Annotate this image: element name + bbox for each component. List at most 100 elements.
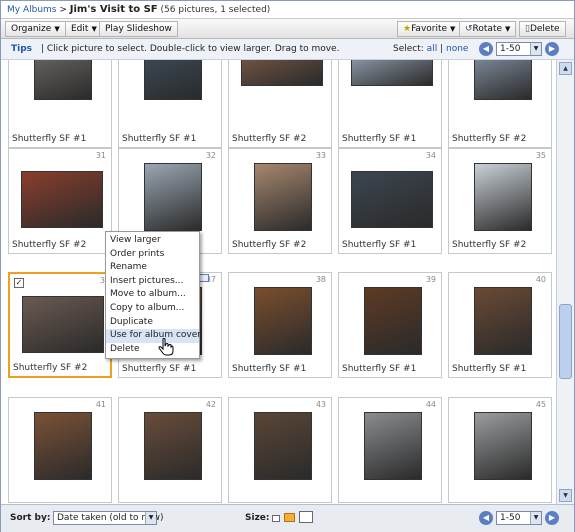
hand-cursor-icon — [158, 338, 174, 356]
small-thumbnail-size-icon[interactable] — [272, 515, 280, 522]
photo-tile[interactable]: 45 — [448, 397, 552, 503]
large-thumbnail-size-icon[interactable] — [299, 511, 313, 523]
photo-thumbnail[interactable] — [351, 60, 433, 86]
photo-tile[interactable]: 44 — [338, 397, 442, 503]
context-menu-item[interactable]: Order prints — [106, 248, 199, 262]
photo-tile[interactable]: 43 — [228, 397, 332, 503]
photo-caption: Shutterfly SF #1 — [12, 134, 87, 144]
photo-thumbnail[interactable] — [144, 60, 202, 100]
medium-thumbnail-size-icon[interactable] — [284, 513, 295, 522]
scrollbar-thumb[interactable] — [559, 304, 572, 379]
photo-tile[interactable]: Shutterfly SF #1 — [118, 60, 222, 148]
photo-tile[interactable]: Shutterfly SF #1 — [8, 60, 112, 148]
photo-thumbnail[interactable] — [144, 412, 202, 480]
select-checkbox[interactable]: ✓ — [14, 278, 24, 288]
context-menu-item[interactable]: Use for album cover — [106, 329, 201, 343]
toolbar: Organize ▼ Edit ▼ Play Slideshow ★Favorite… — [1, 18, 574, 39]
next-page-button-bottom[interactable]: ▶ — [545, 511, 559, 525]
photo-tile[interactable]: 41 — [8, 397, 112, 503]
photo-grid: Shutterfly SF #1 Shutterfly SF #1 Shutterf… — [1, 60, 556, 504]
photo-thumbnail[interactable] — [351, 171, 433, 228]
photo-tile[interactable]: 35 Shutterfly SF #2 — [448, 148, 552, 254]
select-all-link[interactable]: all — [427, 44, 438, 54]
slideshow-label: Play Slideshow — [105, 24, 172, 34]
context-menu-item[interactable]: Rename — [106, 261, 199, 275]
photo-thumbnail[interactable] — [34, 412, 92, 480]
play-slideshow-button[interactable]: Play Slideshow — [99, 21, 178, 37]
album-window: My Albums > Jim's Visit to SF (56 pictur… — [0, 0, 575, 532]
page-range-select[interactable]: 1-50 ▼ — [496, 42, 542, 56]
photo-thumbnail[interactable] — [364, 412, 422, 480]
select-none-link[interactable]: none — [446, 44, 468, 54]
select-label: Select: — [393, 44, 424, 54]
prev-page-button[interactable]: ◀ — [479, 42, 493, 56]
picture-count: (56 pictures, 1 selected) — [160, 5, 271, 15]
page-range-select-bottom[interactable]: 1-50 ▼ — [496, 511, 542, 525]
photo-tile[interactable]: 31 Shutterfly SF #2 — [8, 148, 112, 254]
tips-link[interactable]: Tips — [11, 44, 32, 54]
photo-number: 34 — [425, 151, 436, 160]
photo-thumbnail[interactable] — [254, 287, 312, 355]
sort-label: Sort by: — [10, 513, 51, 523]
photo-tile[interactable]: 34 Shutterfly SF #1 — [338, 148, 442, 254]
chevron-down-icon: ▼ — [505, 25, 511, 33]
context-menu-item[interactable]: Copy to album... — [106, 302, 199, 316]
photo-thumbnail[interactable] — [254, 163, 312, 231]
photo-thumbnail[interactable] — [474, 412, 532, 480]
vertical-scrollbar[interactable]: ▲ ▼ — [556, 60, 574, 504]
photo-caption: Shutterfly SF #2 — [12, 240, 87, 250]
photo-tile[interactable]: Shutterfly SF #2 — [228, 60, 332, 148]
context-menu: View larger Order prints Rename Insert pict… — [105, 231, 201, 359]
scroll-down-arrow[interactable]: ▼ — [559, 489, 572, 502]
chevron-down-icon: ▼ — [530, 512, 541, 524]
photo-thumbnail[interactable] — [364, 287, 422, 355]
photo-tile[interactable]: 40 Shutterfly SF #1 — [448, 272, 552, 378]
photo-caption: Shutterfly SF #1 — [232, 364, 307, 374]
edit-menu-button[interactable]: Edit ▼ — [65, 21, 103, 37]
context-menu-item[interactable]: Delete — [106, 343, 199, 357]
chevron-down-icon: ▼ — [145, 512, 156, 524]
photo-tile[interactable]: Shutterfly SF #1 — [338, 60, 442, 148]
prev-page-button-bottom[interactable]: ◀ — [479, 511, 493, 525]
photo-tile[interactable]: 42 — [118, 397, 222, 503]
photo-number: 41 — [95, 400, 106, 409]
scroll-up-arrow[interactable]: ▲ — [559, 62, 572, 75]
photo-thumbnail[interactable] — [21, 171, 103, 228]
context-menu-item[interactable]: Duplicate — [106, 316, 199, 330]
photo-thumbnail[interactable] — [241, 60, 323, 86]
photo-tile[interactable]: Shutterfly SF #2 — [448, 60, 552, 148]
rotate-button[interactable]: ↺Rotate ▼ — [459, 21, 517, 37]
caption-icon[interactable] — [199, 274, 209, 282]
context-menu-item[interactable]: View larger — [106, 234, 199, 248]
photo-thumbnail[interactable] — [474, 287, 532, 355]
next-page-button[interactable]: ▶ — [545, 42, 559, 56]
chevron-down-icon: ▼ — [450, 25, 456, 33]
delete-button[interactable]: ▯Delete — [519, 21, 566, 37]
photo-tile[interactable]: 38 Shutterfly SF #1 — [228, 272, 332, 378]
photo-number: 38 — [315, 275, 326, 284]
chevron-down-icon: ▼ — [54, 25, 60, 33]
photo-thumbnail[interactable] — [22, 296, 104, 353]
photo-thumbnail[interactable] — [474, 60, 532, 100]
breadcrumb-my-albums-link[interactable]: My Albums — [7, 5, 56, 15]
photo-number: 40 — [535, 275, 546, 284]
photo-caption: Shutterfly SF #1 — [342, 134, 417, 144]
photo-tile[interactable]: 33 Shutterfly SF #2 — [228, 148, 332, 254]
photo-caption: Shutterfly SF #2 — [232, 134, 307, 144]
photo-number: 45 — [535, 400, 546, 409]
photo-caption: Shutterfly SF #2 — [232, 240, 307, 250]
photo-number: 39 — [425, 275, 436, 284]
sort-select[interactable]: Date taken (old to new) ▼ — [53, 511, 164, 525]
delete-label: Delete — [529, 24, 560, 34]
photo-thumbnail[interactable] — [144, 163, 202, 231]
photo-number: 35 — [535, 151, 546, 160]
photo-thumbnail[interactable] — [254, 412, 312, 480]
photo-tile[interactable]: 3 ✓ Shutterfly SF #2 — [8, 272, 112, 378]
photo-thumbnail[interactable] — [474, 163, 532, 231]
context-menu-item[interactable]: Move to album... — [106, 288, 199, 302]
photo-tile[interactable]: 39 Shutterfly SF #1 — [338, 272, 442, 378]
photo-thumbnail[interactable] — [34, 60, 92, 100]
favorite-button[interactable]: ★Favorite ▼ — [397, 21, 462, 37]
organize-menu-button[interactable]: Organize ▼ — [5, 21, 66, 37]
context-menu-item[interactable]: Insert pictures... — [106, 275, 199, 289]
